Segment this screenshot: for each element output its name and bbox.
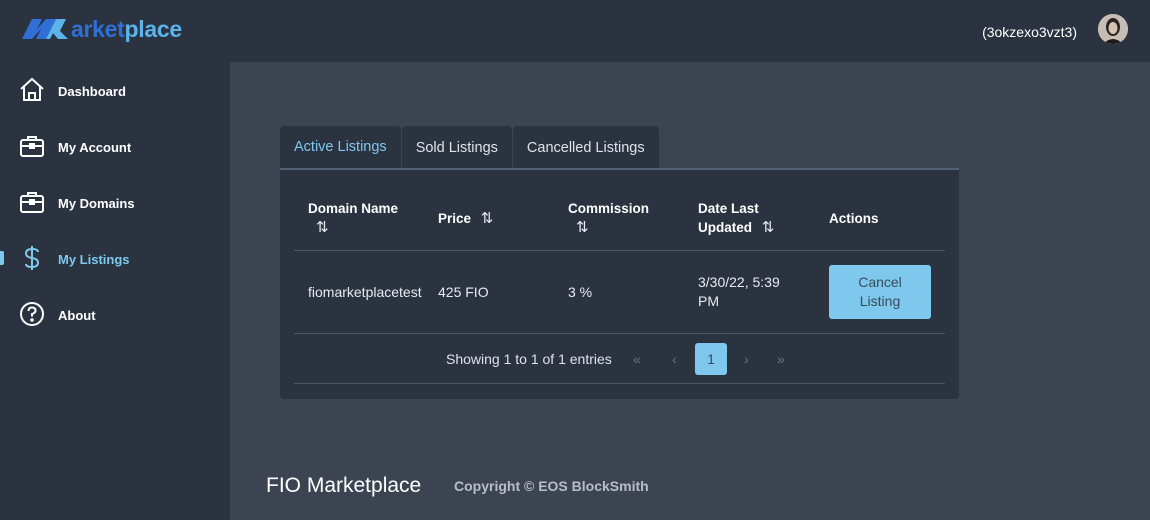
home-icon bbox=[20, 77, 44, 101]
pagination-summary: Showing 1 to 1 of 1 entries bbox=[446, 351, 612, 367]
button-label: Listing bbox=[859, 293, 901, 309]
last-page-button[interactable]: » bbox=[777, 351, 785, 367]
sort-icon[interactable]: ⇅ bbox=[316, 218, 328, 237]
divider bbox=[294, 333, 945, 334]
avatar[interactable] bbox=[1098, 14, 1128, 44]
cell-commission: 3 % bbox=[568, 284, 593, 300]
column-header-label: Domain Name bbox=[308, 201, 399, 216]
sidebar-item-label: My Listings bbox=[58, 251, 130, 267]
next-page-button[interactable]: › bbox=[744, 351, 749, 367]
page-1-button[interactable]: 1 bbox=[695, 343, 727, 375]
cancel-listing-button[interactable]: Cancel Listing bbox=[829, 265, 931, 319]
column-header-label: Commission bbox=[568, 201, 650, 216]
sidebar-item-label: About bbox=[58, 307, 96, 323]
listings-table: Domain Name ⇅ Price ⇅ Commission ⇅ Date … bbox=[280, 170, 959, 399]
logo-text: arketplace bbox=[71, 16, 182, 43]
sidebar-item-my-account[interactable]: My Account bbox=[0, 125, 230, 169]
tab-sold-listings[interactable]: Sold Listings bbox=[401, 126, 512, 169]
divider bbox=[294, 383, 945, 384]
tab-cancelled-listings[interactable]: Cancelled Listings bbox=[512, 126, 659, 169]
sort-icon[interactable]: ⇅ bbox=[576, 218, 588, 237]
column-header-label: Date Last bbox=[698, 201, 759, 216]
sidebar-item-about[interactable]: About bbox=[0, 293, 230, 337]
sidebar-item-dashboard[interactable]: Dashboard bbox=[0, 69, 230, 113]
column-header-label: Price bbox=[438, 211, 472, 226]
column-header-date-last-updated[interactable]: Date Last Updated ⇅ bbox=[698, 199, 808, 237]
first-page-button[interactable]: « bbox=[633, 351, 641, 367]
cell-date-line: PM bbox=[698, 293, 719, 309]
briefcase-icon bbox=[20, 136, 44, 157]
tab-active-listings[interactable]: Active Listings bbox=[280, 126, 401, 170]
active-indicator bbox=[0, 251, 4, 265]
account-name[interactable]: (3okzexo3vzt3) bbox=[982, 24, 1077, 40]
sidebar-item-label: My Domains bbox=[58, 195, 135, 211]
divider bbox=[294, 250, 945, 251]
sidebar-item-my-listings[interactable]: My Listings bbox=[0, 237, 230, 281]
cell-price: 425 FIO bbox=[438, 284, 489, 300]
dollar-icon bbox=[24, 246, 40, 270]
logo-text-place: place bbox=[124, 15, 183, 42]
logo-text-arket: arket bbox=[71, 15, 125, 42]
sidebar-item-my-domains[interactable]: My Domains bbox=[0, 181, 230, 225]
footer-title: FIO Marketplace bbox=[266, 474, 422, 497]
column-header-domain-name[interactable]: Domain Name ⇅ bbox=[308, 199, 428, 237]
sort-icon[interactable]: ⇅ bbox=[762, 218, 774, 237]
sidebar-item-label: My Account bbox=[58, 139, 132, 155]
avatar-icon bbox=[1098, 14, 1128, 44]
column-header-price[interactable]: Price ⇅ bbox=[438, 209, 493, 228]
question-circle-icon bbox=[20, 302, 44, 326]
cell-date-updated: 3/30/22, 5:39 PM bbox=[698, 273, 780, 311]
sidebar: Dashboard My Account My Domains My Listi… bbox=[0, 62, 230, 520]
column-header-actions: Actions bbox=[829, 211, 879, 226]
previous-page-button[interactable]: ‹ bbox=[672, 351, 677, 367]
sidebar-item-label: Dashboard bbox=[58, 83, 126, 99]
listing-tabs: Active Listings Sold Listings Cancelled … bbox=[280, 126, 660, 170]
top-bar: arketplace (3okzexo3vzt3) bbox=[0, 0, 1150, 62]
column-header-label: Updated bbox=[698, 220, 752, 235]
cell-date-line: 3/30/22, 5:39 bbox=[698, 274, 780, 290]
cell-domain: fiomarketplacetest bbox=[308, 284, 422, 300]
footer-copyright: Copyright © EOS BlockSmith bbox=[454, 478, 649, 494]
button-label: Cancel bbox=[858, 274, 902, 290]
sort-icon[interactable]: ⇅ bbox=[481, 209, 493, 228]
briefcase-icon bbox=[20, 192, 44, 213]
m-logo-icon bbox=[22, 19, 68, 39]
logo[interactable]: arketplace bbox=[22, 14, 182, 44]
column-header-commission[interactable]: Commission ⇅ bbox=[568, 199, 678, 237]
